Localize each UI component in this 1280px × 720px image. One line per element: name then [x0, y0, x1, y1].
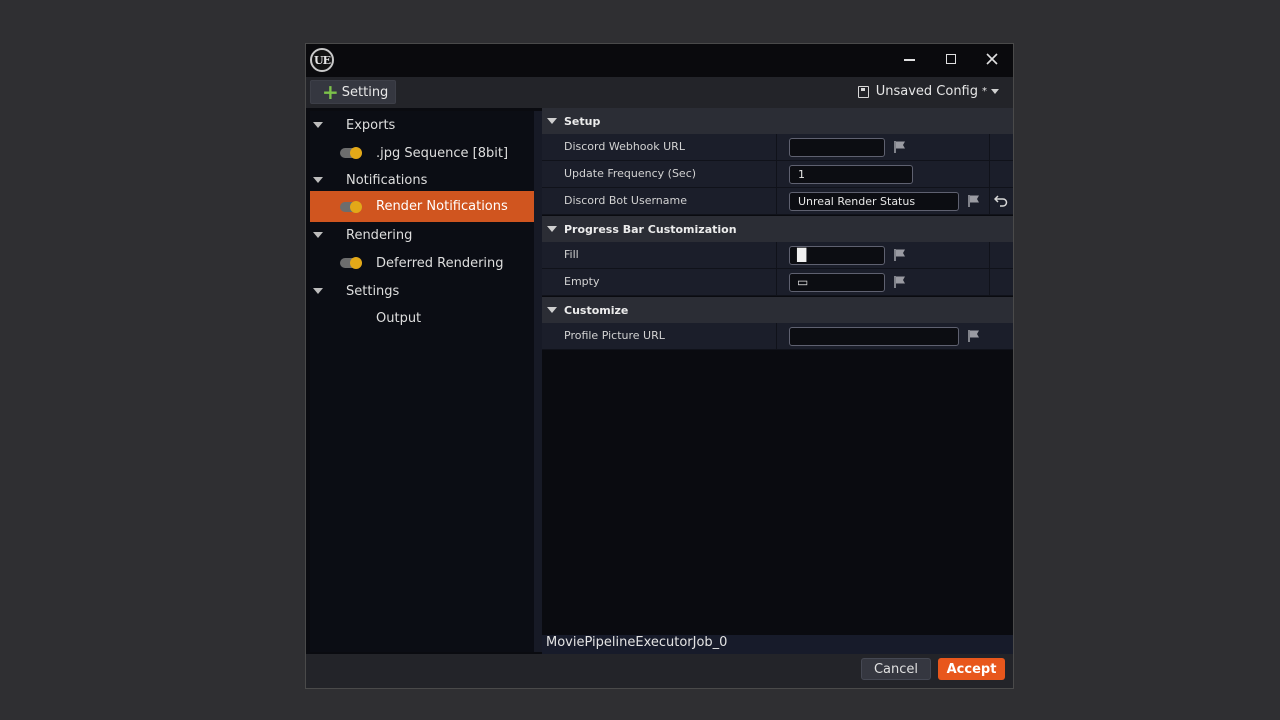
add-setting-label: Setting — [341, 84, 389, 100]
reset-to-default-icon[interactable] — [994, 195, 1008, 207]
tree-item-label: Render Notifications — [376, 199, 508, 214]
flag-icon[interactable] — [893, 275, 907, 289]
job-name: MoviePipelineExecutorJob_0 — [546, 635, 728, 650]
tree-item-label: .jpg Sequence [8bit] — [376, 145, 509, 161]
column-divider — [776, 134, 777, 160]
tree-item-output[interactable]: Output — [310, 304, 534, 332]
cancel-button[interactable]: Cancel — [861, 658, 931, 680]
property-label: Profile Picture URL — [564, 329, 665, 342]
maximize-icon — [946, 54, 956, 64]
column-divider — [776, 161, 777, 187]
tree-category-label: Notifications — [346, 172, 428, 188]
tree-category-label: Settings — [346, 283, 400, 299]
property-label: Empty — [564, 275, 600, 288]
unreal-logo-text: UE — [314, 53, 331, 67]
tree-category-rendering[interactable]: Rendering — [310, 221, 534, 249]
column-divider — [776, 242, 777, 268]
tree-category-notifications[interactable]: Notifications — [310, 166, 534, 194]
section-title: Progress Bar Customization — [564, 222, 737, 236]
tree-item-label: Output — [376, 310, 422, 326]
minimize-button[interactable] — [896, 48, 922, 70]
expand-arrow-icon — [313, 177, 323, 183]
section-progress-bar[interactable]: Progress Bar Customization — [542, 216, 1013, 242]
property-label: Fill — [564, 248, 579, 261]
expand-arrow-icon — [313, 122, 323, 128]
close-icon — [986, 53, 998, 65]
section-setup[interactable]: Setup — [542, 108, 1013, 134]
column-divider — [989, 161, 990, 187]
minimize-icon — [903, 59, 915, 61]
tree-item-label: Deferred Rendering — [376, 255, 504, 271]
settings-tree: Exports .jpg Sequence [8bit] Notificatio… — [310, 111, 534, 652]
property-label: Discord Webhook URL — [564, 140, 685, 153]
toolbar: + Setting Unsaved Config * — [306, 77, 1013, 108]
column-divider — [989, 242, 990, 268]
movie-pipeline-config-window: UE + Setting Unsaved Config * Exports .j… — [305, 43, 1014, 689]
property-row-webhook: Discord Webhook URL — [542, 134, 1013, 161]
webhook-url-input[interactable] — [789, 138, 885, 157]
flag-icon[interactable] — [967, 194, 981, 208]
modified-indicator: * — [982, 86, 987, 97]
dialog-footer: Cancel Accept — [306, 654, 1013, 688]
property-label: Update Frequency (Sec) — [564, 167, 697, 180]
collapse-arrow-icon — [547, 226, 557, 232]
tree-category-label: Rendering — [346, 227, 413, 243]
enable-toggle[interactable] — [340, 147, 362, 159]
tree-category-exports[interactable]: Exports — [310, 111, 534, 139]
panel-splitter[interactable] — [534, 111, 542, 652]
fill-char-input[interactable]: █ — [789, 246, 885, 265]
add-setting-button[interactable]: + Setting — [310, 80, 396, 104]
job-name-bar: MoviePipelineExecutorJob_0 — [542, 635, 1013, 654]
section-customize[interactable]: Customize — [542, 297, 1013, 323]
property-row-username: Discord Bot Username — [542, 188, 1013, 215]
section-title: Setup — [564, 114, 601, 128]
column-divider — [776, 188, 777, 214]
config-dropdown[interactable]: Unsaved Config * — [857, 84, 999, 99]
flag-icon[interactable] — [893, 248, 907, 262]
property-row-profile-picture: Profile Picture URL — [542, 323, 1013, 350]
enable-toggle[interactable] — [340, 257, 362, 269]
column-divider — [776, 269, 777, 295]
config-name: Unsaved Config — [875, 84, 978, 99]
column-divider — [989, 269, 990, 295]
collapse-arrow-icon — [547, 118, 557, 124]
details-panel: Setup Discord Webhook URL Update Frequen… — [542, 108, 1013, 635]
unreal-logo-icon: UE — [310, 48, 334, 72]
tree-item-jpg-sequence[interactable]: .jpg Sequence [8bit] — [310, 139, 534, 167]
flag-icon[interactable] — [967, 329, 981, 343]
tree-category-settings[interactable]: Settings — [310, 277, 534, 305]
tree-category-label: Exports — [346, 117, 396, 133]
close-button[interactable] — [979, 48, 1005, 70]
maximize-button[interactable] — [938, 48, 964, 70]
expand-arrow-icon — [313, 288, 323, 294]
save-icon — [857, 85, 869, 98]
update-frequency-input[interactable] — [789, 165, 913, 184]
empty-char-input[interactable]: ▭ — [789, 273, 885, 292]
bot-username-input[interactable] — [789, 192, 959, 211]
property-row-frequency: Update Frequency (Sec) — [542, 161, 1013, 188]
property-row-fill: Fill █ — [542, 242, 1013, 269]
column-divider — [989, 188, 990, 214]
plus-icon: + — [322, 80, 339, 104]
tree-item-deferred-rendering[interactable]: Deferred Rendering — [310, 249, 534, 277]
property-row-empty: Empty ▭ — [542, 269, 1013, 296]
section-title: Customize — [564, 303, 629, 317]
fill-char-value: █ — [797, 248, 807, 262]
tree-item-render-notifications[interactable]: Render Notifications — [310, 191, 534, 222]
title-bar[interactable]: UE — [306, 44, 1013, 77]
chevron-down-icon — [991, 89, 999, 94]
profile-picture-url-input[interactable] — [789, 327, 959, 346]
enable-toggle[interactable] — [340, 200, 362, 213]
collapse-arrow-icon — [547, 307, 557, 313]
expand-arrow-icon — [313, 232, 323, 238]
accept-button[interactable]: Accept — [938, 658, 1005, 680]
column-divider — [776, 323, 777, 349]
column-divider — [989, 134, 990, 160]
property-label: Discord Bot Username — [564, 194, 688, 207]
flag-icon[interactable] — [893, 140, 907, 154]
empty-char-value: ▭ — [797, 275, 809, 289]
